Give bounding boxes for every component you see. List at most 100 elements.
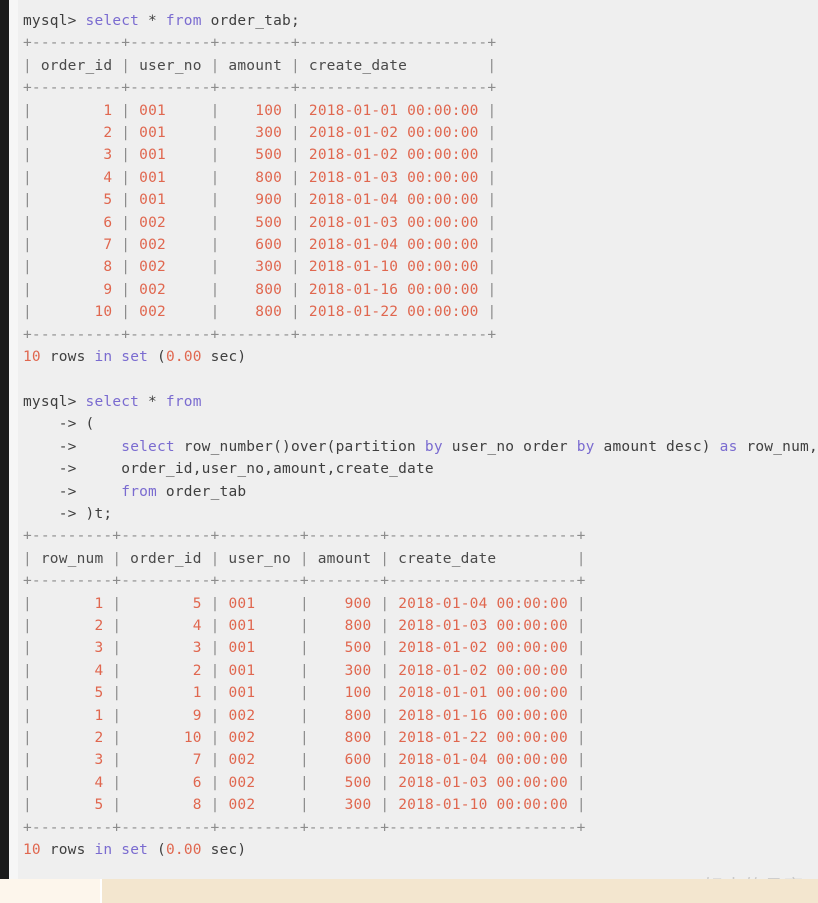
status2-set-word: set xyxy=(121,842,149,859)
cell-separator: | xyxy=(112,640,122,657)
status1-rows-word: rows xyxy=(49,349,86,366)
cell-separator: | xyxy=(291,281,300,298)
cell-separator: | xyxy=(576,752,586,769)
cell-value: 300 xyxy=(255,125,283,142)
cell-separator: | xyxy=(23,774,32,791)
cell-separator: | xyxy=(23,662,32,679)
table1-data-row: | 5 | 001 | 900 | 2018-01-04 00:00:00 | xyxy=(18,189,818,211)
cell-value: 2018-01-01 00:00:00 xyxy=(398,685,568,702)
cell-value: 500 xyxy=(255,214,283,231)
cell-separator: | xyxy=(210,617,220,634)
cell-separator: | xyxy=(210,169,220,186)
table1-data-row: | 1 | 001 | 100 | 2018-01-01 00:00:00 | xyxy=(18,100,818,122)
continuation-arrow-5: -> xyxy=(58,505,77,522)
cell-value: 900 xyxy=(255,192,283,209)
cell-separator: | xyxy=(380,774,390,791)
cell-separator: | xyxy=(210,147,220,164)
cell-value: 3 xyxy=(103,147,113,164)
cell-value: 001 xyxy=(139,147,166,164)
cell-separator: | xyxy=(299,685,309,702)
cell-value: 002 xyxy=(228,774,256,791)
cell-value: 2018-01-16 00:00:00 xyxy=(308,281,479,298)
cell-value: 002 xyxy=(139,237,166,254)
column-header: order_id xyxy=(121,550,211,567)
cell-separator: | xyxy=(380,730,390,746)
cell-separator: | xyxy=(487,237,497,254)
keyword-select-2: select xyxy=(85,393,140,410)
status2-count: 10 xyxy=(23,842,41,859)
cell-separator: | xyxy=(299,730,309,746)
cell-separator: | xyxy=(576,640,586,657)
cell-separator: | xyxy=(380,707,390,724)
cell-separator: | xyxy=(380,617,390,634)
inner-table-name: order_tab xyxy=(157,483,247,500)
cell-value: 5 xyxy=(103,192,113,209)
table2-data-row: | 1 | 5 | 001 | 900 | 2018-01-04 00:00:0… xyxy=(18,593,818,615)
cell-separator: | xyxy=(23,797,32,814)
cell-separator: | xyxy=(112,752,122,769)
cell-separator: | xyxy=(23,281,32,298)
table2-data-row: | 3 | 7 | 002 | 600 | 2018-01-04 00:00:0… xyxy=(18,749,818,771)
cell-value: 002 xyxy=(228,730,256,746)
cell-separator: | xyxy=(487,214,497,231)
cell-value: 1 xyxy=(192,685,202,702)
mysql-prompt-2: mysql> xyxy=(23,393,77,410)
cell-separator: | xyxy=(121,304,131,321)
cell-separator: | xyxy=(23,752,32,769)
status1-count: 10 xyxy=(23,349,41,366)
cell-value: 002 xyxy=(228,797,256,814)
table2-data-row: | 5 | 8 | 002 | 300 | 2018-01-10 00:00:0… xyxy=(18,794,818,816)
cell-value: 500 xyxy=(344,774,372,791)
cell-value: 500 xyxy=(344,640,372,657)
column-header: order_id xyxy=(31,57,122,74)
cell-separator: | xyxy=(291,102,300,119)
keyword-as: as xyxy=(719,438,738,455)
table2-data-row: | 3 | 3 | 001 | 500 | 2018-01-02 00:00:0… xyxy=(18,637,818,659)
cell-value: 7 xyxy=(192,752,202,769)
status2-rows-word: rows xyxy=(49,842,86,859)
command-line-2c: -> select row_number()over(partition by … xyxy=(18,436,818,458)
keyword-select-3: select xyxy=(121,438,175,455)
keyword-from-3: from xyxy=(121,483,157,500)
terminal-console[interactable]: mysql> select * from order_tab; +-------… xyxy=(18,0,818,879)
cell-value: 2018-01-01 00:00:00 xyxy=(308,102,479,119)
command-line-2a: mysql> select * from xyxy=(18,391,818,413)
cell-separator: | xyxy=(121,281,131,298)
cell-separator: | xyxy=(210,550,220,567)
cell-value: 2 xyxy=(192,662,202,679)
star-token-2: * xyxy=(139,393,166,410)
cell-value: 2018-01-02 00:00:00 xyxy=(308,125,479,142)
status1-in-word: in xyxy=(94,349,113,366)
cell-separator: | xyxy=(487,102,497,119)
column-header: create_date xyxy=(299,57,488,74)
cell-separator: | xyxy=(210,797,220,814)
cell-separator: | xyxy=(112,550,122,567)
cell-value: 800 xyxy=(255,169,283,186)
table-name: order_tab; xyxy=(201,13,300,29)
cell-value: 300 xyxy=(255,259,283,276)
cell-value: 001 xyxy=(228,595,256,612)
cell-separator: | xyxy=(210,102,220,119)
cell-separator: | xyxy=(210,125,220,142)
cell-value: 4 xyxy=(103,169,113,186)
cell-separator: | xyxy=(23,169,32,186)
cell-separator: | xyxy=(299,707,309,724)
cell-value: 2 xyxy=(103,125,113,142)
cell-separator: | xyxy=(291,192,300,209)
cell-value: 2018-01-10 00:00:00 xyxy=(398,797,568,814)
cell-separator: | xyxy=(112,595,122,612)
cell-value: 2018-01-04 00:00:00 xyxy=(398,752,568,769)
order-tail: amount desc) xyxy=(594,438,720,455)
cell-value: 001 xyxy=(139,169,166,186)
left-light-rail xyxy=(9,0,18,879)
cell-value: 001 xyxy=(228,662,256,679)
cell-separator: | xyxy=(299,662,309,679)
cell-separator: | xyxy=(23,685,32,702)
cell-separator: | xyxy=(23,214,32,231)
cell-separator: | xyxy=(210,707,220,724)
partition-mid: user_no order xyxy=(442,438,577,455)
table1-status-line: 10 rows in set (0.00 sec) xyxy=(18,346,818,368)
cell-separator: | xyxy=(23,640,32,657)
keyword-by-1: by xyxy=(424,438,443,455)
command-line-2e: -> from order_tab xyxy=(18,481,818,503)
